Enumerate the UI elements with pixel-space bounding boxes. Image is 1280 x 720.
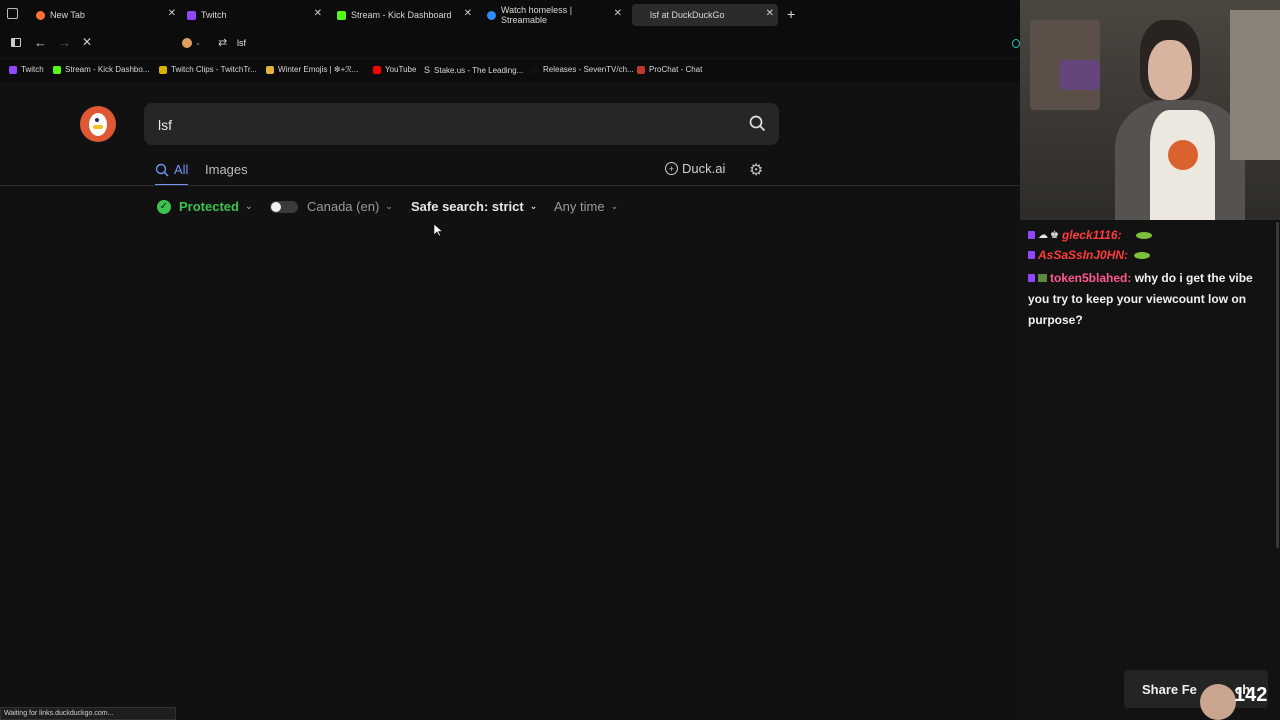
chat-scrollbar[interactable]: [1276, 222, 1279, 548]
chat-message: AsSaSsInJ0HN:: [1028, 248, 1151, 262]
time-label: Any time: [554, 199, 605, 214]
tracking-icon[interactable]: ⇄: [218, 36, 227, 49]
tab-images[interactable]: Images: [205, 161, 248, 179]
close-icon[interactable]: ✕: [766, 8, 774, 19]
github-icon: [531, 65, 539, 74]
tab-streamable[interactable]: Watch homeless | Streamable ✕: [481, 4, 626, 26]
chat-message: token5blahed: why do i get the vibe you …: [1028, 268, 1276, 331]
duckduckgo-logo[interactable]: [80, 106, 116, 142]
chevron-down-icon: ⌄: [610, 201, 619, 211]
twitchtracker-icon: [159, 65, 167, 74]
tab-label: New Tab: [50, 10, 85, 20]
badge-icon: [1038, 274, 1047, 282]
tab-label: Watch homeless | Streamable: [501, 5, 573, 25]
status-bar: Waiting for links.duckduckgo.com...: [0, 707, 176, 720]
close-icon[interactable]: ✕: [464, 8, 472, 19]
region-toggle[interactable]: [270, 201, 298, 213]
tab-overview-icon[interactable]: [7, 8, 18, 19]
bookmark-winter-emojis[interactable]: Winter Emojis | ✼+ℛ...: [266, 65, 358, 74]
twitch-icon: [9, 65, 17, 74]
search-icon[interactable]: [749, 115, 766, 132]
chat-username: token5blahed:: [1050, 271, 1132, 285]
webcam-overlay: [1020, 0, 1280, 220]
new-tab-plus-icon[interactable]: +: [787, 6, 795, 22]
close-icon[interactable]: ✕: [168, 8, 176, 19]
badge-icon: ♚: [1050, 229, 1059, 241]
bookmark-seventv[interactable]: Releases - SevenTV/ch...: [531, 65, 634, 74]
badge-icon: ☁: [1038, 229, 1048, 241]
stop-loading-icon[interactable]: ✕: [82, 35, 92, 49]
close-icon[interactable]: ✕: [314, 8, 322, 19]
emote-icon: [1134, 251, 1151, 259]
firefox-icon: [36, 10, 45, 20]
bookmark-twitch[interactable]: Twitch: [9, 65, 44, 74]
chat-overlay: ☁ ♚ gleck1116: AsSaSsInJ0HN: token5blahe…: [1020, 220, 1280, 720]
url-field[interactable]: lsf: [237, 38, 246, 48]
tab-new-tab[interactable]: New Tab ✕: [30, 4, 180, 26]
divider: [0, 185, 1020, 186]
avatar: [1200, 684, 1236, 720]
settings-gear-icon[interactable]: ⚙: [749, 160, 763, 180]
bookmark-kick[interactable]: Stream - Kick Dashbo...: [53, 65, 149, 74]
sidebar-toggle-icon[interactable]: [11, 38, 21, 47]
search-tabs: All Images + Duck.ai ⚙: [155, 160, 775, 186]
bookmarks-bar: Twitch Stream - Kick Dashbo... Twitch Cl…: [0, 60, 1020, 82]
chevron-down-icon: ⌄: [244, 201, 253, 211]
badge-icon: [1028, 274, 1035, 282]
check-circle-icon: ✓: [157, 199, 171, 214]
kick-icon: [337, 10, 346, 20]
search-icon: [155, 163, 169, 176]
badge-icon: [1028, 251, 1035, 259]
forward-arrow-icon[interactable]: →: [58, 35, 71, 50]
back-arrow-icon[interactable]: ←: [34, 35, 47, 50]
tab-all[interactable]: All: [155, 160, 189, 186]
youtube-icon: [373, 65, 381, 74]
time-dropdown[interactable]: Any time ⌄: [554, 199, 618, 214]
region-label: Canada (en): [307, 199, 380, 214]
chat-username: AsSaSsInJ0HN:: [1038, 248, 1129, 262]
tab-all-label: All: [174, 162, 189, 177]
chevron-down-icon: ⌄: [529, 201, 538, 211]
share-label: Share Fe: [1142, 682, 1197, 697]
safe-search-label: Safe search: strict: [411, 199, 524, 214]
duck-ai-button[interactable]: + Duck.ai: [665, 161, 725, 176]
viewer-count: 142: [1234, 684, 1268, 706]
protected-label: Protected: [179, 199, 239, 214]
duck-ai-icon: +: [665, 162, 678, 175]
tab-twitch[interactable]: Twitch ✕: [181, 4, 326, 26]
search-input[interactable]: lsf: [158, 117, 172, 133]
tab-label: lsf at DuckDuckGo: [650, 10, 725, 20]
kick-icon: [53, 65, 61, 74]
chevron-down-icon: ⌄: [385, 201, 393, 211]
bookmark-prochat[interactable]: ProChat - Chat: [637, 65, 702, 74]
bookmark-stake[interactable]: S Stake.us - The Leading...: [424, 65, 523, 75]
site-permissions-icon[interactable]: ⌄: [182, 36, 204, 50]
duck-ai-label: Duck.ai: [682, 161, 726, 176]
chat-message: ☁ ♚ gleck1116:: [1028, 228, 1152, 242]
bookmark-youtube[interactable]: YouTube: [373, 65, 416, 74]
emote-icon: [1135, 231, 1152, 239]
mouse-cursor: [433, 223, 444, 242]
safe-search-dropdown[interactable]: Safe search: strict ⌄: [411, 199, 537, 214]
region-dropdown[interactable]: Canada (en) ⌄: [307, 199, 393, 214]
tab-duckduckgo[interactable]: lsf at DuckDuckGo ✕: [632, 4, 778, 26]
bookmark-twitch-clips[interactable]: Twitch Clips - TwitchTr...: [159, 65, 257, 74]
share-overlay: Share Fe ch 142: [1124, 670, 1268, 720]
tab-kick[interactable]: Stream - Kick Dashboard ✕: [331, 4, 476, 26]
tab-label: Twitch: [201, 10, 227, 20]
tab-label: Stream - Kick Dashboard: [351, 10, 452, 20]
streamable-icon: [487, 10, 496, 20]
tab-images-label: Images: [205, 162, 248, 177]
close-icon[interactable]: ✕: [614, 8, 622, 19]
protection-dropdown[interactable]: ✓ Protected ⌄: [157, 199, 253, 214]
twitch-icon: [187, 10, 196, 20]
stake-icon: S: [424, 65, 431, 75]
folder-icon: [266, 65, 274, 74]
vpn-icon[interactable]: [1012, 39, 1020, 48]
badge-icon: [1028, 231, 1035, 239]
chat-username: gleck1116:: [1061, 228, 1122, 242]
search-box[interactable]: lsf: [144, 103, 779, 145]
prochat-icon: [637, 65, 645, 74]
